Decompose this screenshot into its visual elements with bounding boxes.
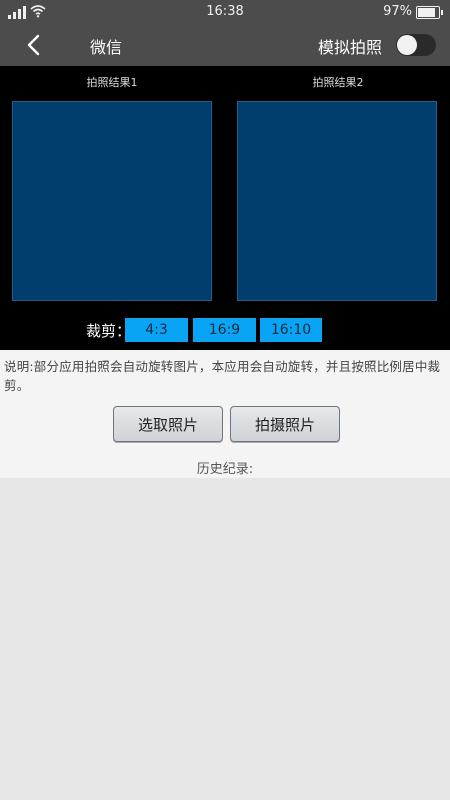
- controls-area: 说明:部分应用拍照会自动旋转图片，本应用会自动旋转，并且按照比例居中裁剪。 选取…: [0, 350, 450, 478]
- select-photo-button[interactable]: 选取照片: [113, 406, 223, 442]
- page-title: 微信: [90, 38, 123, 57]
- result-1-image: [12, 101, 212, 301]
- crop-16-9-button[interactable]: 16:9: [193, 318, 256, 342]
- history-list[interactable]: [0, 478, 450, 800]
- result-1-title: 拍照结果1: [86, 76, 138, 89]
- result-2-title: 拍照结果2: [312, 76, 364, 89]
- crop-4-3-button[interactable]: 4:3: [125, 318, 188, 342]
- result-2-image: [237, 101, 437, 301]
- toggle-knob: [397, 35, 417, 55]
- crop-16-10-button[interactable]: 16:10: [260, 318, 322, 342]
- history-label: 历史纪录:: [196, 462, 254, 477]
- take-photo-button[interactable]: 拍摄照片: [230, 406, 340, 442]
- back-arrow-icon[interactable]: [22, 33, 48, 57]
- battery-percent: 97%: [383, 4, 412, 19]
- simulate-photo-toggle[interactable]: [396, 34, 436, 56]
- results-panel: 拍照结果1 拍照结果2 裁剪： 4:3 16:9 16:10: [0, 66, 450, 350]
- title-bar: 微信 模拟拍照: [0, 24, 450, 66]
- description-text: 说明:部分应用拍照会自动旋转图片，本应用会自动旋转，并且按照比例居中裁剪。: [4, 359, 441, 393]
- battery-icon: [416, 6, 443, 19]
- status-bar: 16:38 97%: [0, 0, 450, 24]
- simulate-photo-label: 模拟拍照: [317, 38, 382, 57]
